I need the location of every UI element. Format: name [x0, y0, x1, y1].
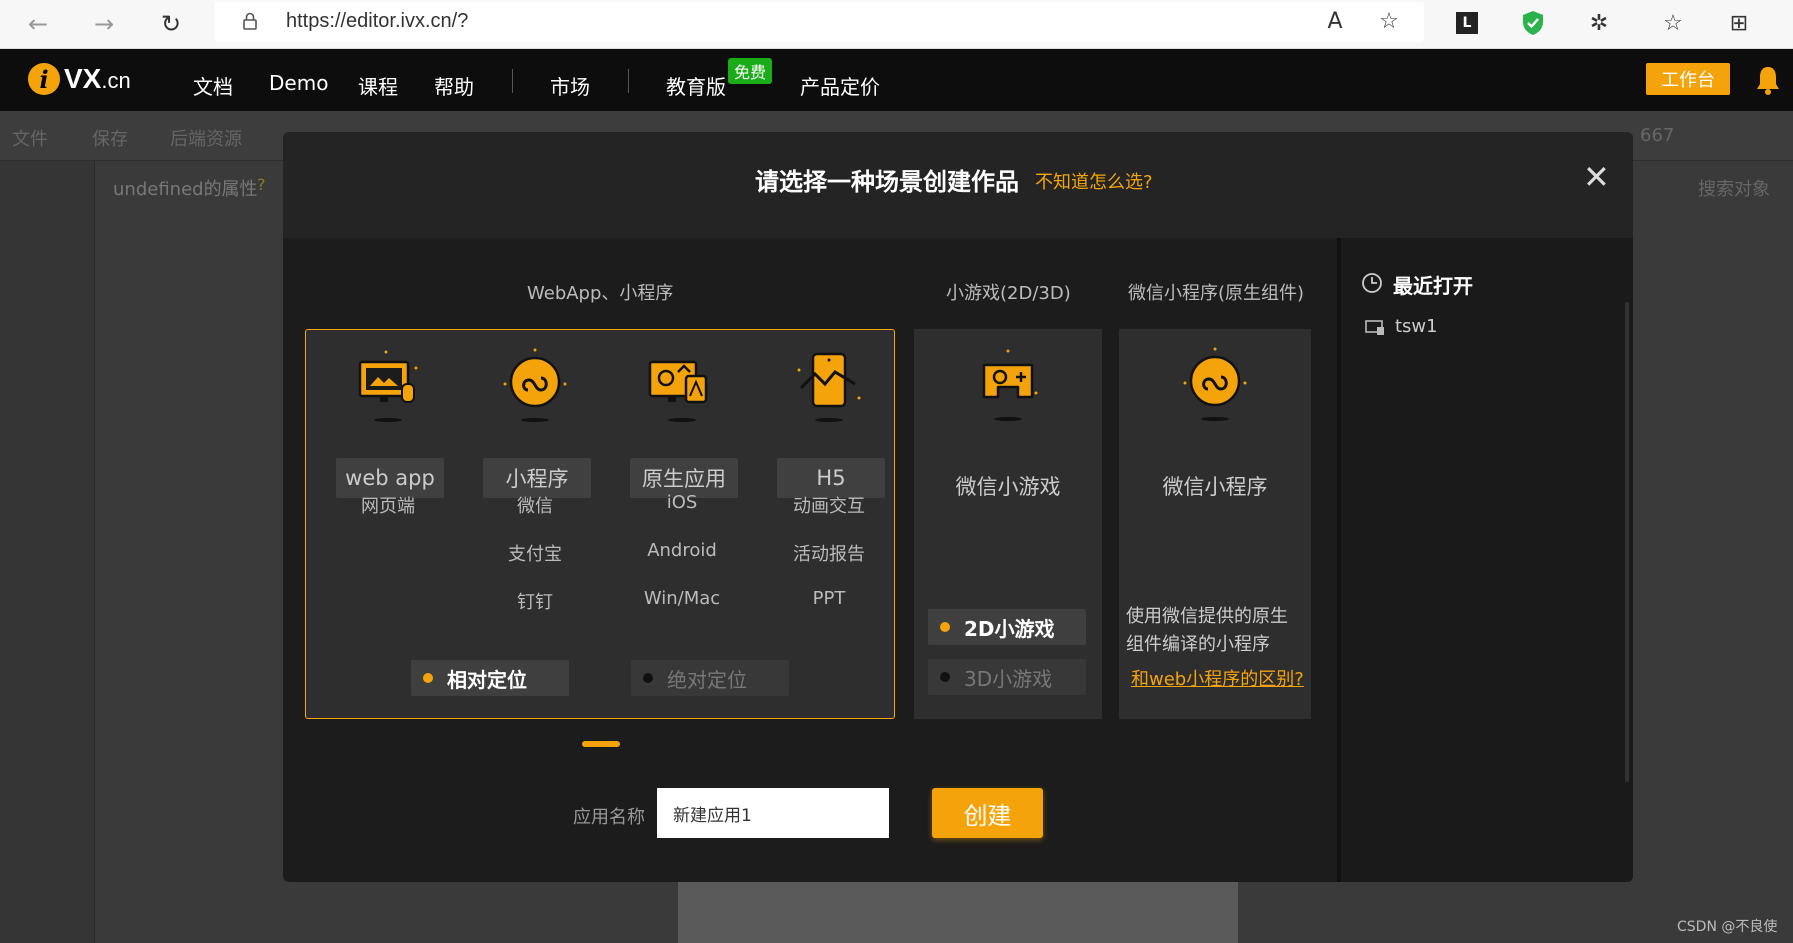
- app-sub-ppt: PPT: [812, 588, 846, 609]
- h5-phone-icon: [797, 352, 861, 422]
- native-app-icon: [648, 360, 708, 422]
- read-aloud-icon[interactable]: A: [1320, 6, 1350, 36]
- page-indicator[interactable]: [582, 741, 620, 747]
- create-project-modal: 请选择一种场景创建作品 不知道怎么选? ✕ WebApp、小程序 小游戏(2D/…: [283, 132, 1633, 882]
- relative-position-option[interactable]: 相对定位: [411, 660, 569, 696]
- diff-link[interactable]: 和web小程序的区别?: [1131, 665, 1304, 691]
- app-name-input[interactable]: [657, 788, 889, 838]
- wx-native-card[interactable]: 微信小程序 使用微信提供的原生 组件编译的小程序 和web小程序的区别?: [1119, 329, 1311, 719]
- app-sub-web: 网页端: [361, 496, 415, 517]
- app-sub-winmac: Win/Mac: [643, 588, 721, 609]
- mini-game-card[interactable]: 微信小游戏 2D小游戏 3D小游戏: [914, 329, 1102, 719]
- logo-i-icon: i: [28, 63, 60, 95]
- bell-icon[interactable]: [1755, 65, 1781, 95]
- search-object-input[interactable]: 搜索对象: [1698, 175, 1770, 201]
- app-sub-wechat: 微信: [517, 496, 553, 517]
- app-sub-alipay: 支付宝: [508, 544, 562, 565]
- wx-native-desc: 使用微信提供的原生 组件编译的小程序: [1126, 603, 1306, 659]
- menu-courses[interactable]: 课程: [358, 71, 398, 100]
- browser-toolbar: ← → ↻ https://editor.ivx.cn/? A ☆ L ✲ ☆ …: [0, 0, 1793, 49]
- forward-icon[interactable]: →: [86, 6, 122, 42]
- col-header-webapp: WebApp、小程序: [527, 283, 674, 304]
- favorites-icon[interactable]: ☆: [1658, 8, 1688, 38]
- absolute-position-option[interactable]: 绝对定位: [631, 660, 789, 696]
- wx-native-desc-line1: 使用微信提供的原生: [1126, 606, 1288, 627]
- reload-icon[interactable]: ↻: [153, 6, 189, 42]
- webapp-group[interactable]: web app 网页端 小程序 微信 支付宝 钉钉 原生应用 iOS Andro…: [305, 329, 895, 719]
- toolbar-partial-text: 667: [1640, 125, 1675, 146]
- help-link[interactable]: 不知道怎么选?: [1035, 168, 1153, 194]
- radio-dot-on: [940, 622, 950, 632]
- recent-scrollbar[interactable]: [1625, 302, 1629, 782]
- game-2d-option[interactable]: 2D小游戏: [928, 609, 1086, 645]
- project-icon: [1365, 320, 1384, 335]
- relative-position-label: 相对定位: [447, 667, 527, 692]
- address-bar[interactable]: https://editor.ivx.cn/? A ☆: [214, 2, 1424, 42]
- miniprogram-icon: [503, 348, 567, 422]
- col-header-wxnative: 微信小程序(原生组件): [1128, 283, 1305, 304]
- app-sub-ios: iOS: [666, 492, 698, 513]
- recent-item[interactable]: tsw1: [1395, 316, 1438, 337]
- clock-icon: [1362, 273, 1382, 293]
- game-3d-option[interactable]: 3D小游戏: [928, 659, 1086, 695]
- menu-divider: [628, 69, 629, 93]
- toolbar-file[interactable]: 文件: [12, 125, 48, 151]
- recent-title: 最近打开: [1393, 274, 1473, 298]
- app-sub-android: Android: [647, 540, 717, 561]
- workbench-button[interactable]: 工作台: [1646, 63, 1730, 95]
- absolute-position-label: 绝对定位: [667, 667, 747, 692]
- extensions-icon[interactable]: ✲: [1584, 8, 1614, 38]
- toolbar-save[interactable]: 保存: [92, 125, 128, 151]
- collections-icon[interactable]: ⊞: [1724, 8, 1754, 38]
- menu-pricing[interactable]: 产品定价: [800, 71, 880, 100]
- app-sub-dingtalk: 钉钉: [517, 592, 553, 613]
- property-title: undefined的属性: [113, 179, 258, 200]
- wx-native-name: 微信小程序: [1162, 475, 1268, 499]
- left-panel: [0, 161, 95, 943]
- wx-native-desc-line2: 组件编译的小程序: [1126, 634, 1270, 655]
- create-button[interactable]: 创建: [932, 788, 1043, 838]
- url-text: https://editor.ivx.cn/?: [286, 10, 469, 32]
- menu-demo[interactable]: Demo: [269, 71, 328, 95]
- shield-icon[interactable]: [1518, 8, 1548, 38]
- logo-suffix: .cn: [101, 68, 131, 93]
- logo-text: VX: [64, 63, 102, 94]
- app-sub-report: 活动报告: [793, 544, 865, 565]
- app-header: i VX.cn 文档 Demo 课程 帮助 市场 教育版 免费 产品定价 工作台: [0, 49, 1793, 111]
- property-panel: undefined的属性 ?: [95, 161, 285, 943]
- add-favorite-icon[interactable]: ☆: [1374, 6, 1404, 36]
- lock-icon: [243, 12, 257, 30]
- mini-game-name: 微信小游戏: [955, 475, 1061, 499]
- gamepad-icon: [982, 349, 1038, 421]
- radio-dot-off: [643, 673, 653, 683]
- game-2d-label: 2D小游戏: [964, 616, 1055, 641]
- close-icon[interactable]: ✕: [1583, 158, 1610, 196]
- monitor-icon: [358, 350, 418, 422]
- extension-l-icon[interactable]: L: [1452, 8, 1482, 38]
- col-header-game: 小游戏(2D/3D): [946, 283, 1071, 304]
- menu-help[interactable]: 帮助: [434, 71, 474, 100]
- app-sub-animation: 动画交互: [793, 496, 865, 517]
- recent-panel: 最近打开 tsw1: [1337, 238, 1633, 882]
- ivx-logo[interactable]: i VX.cn: [28, 63, 131, 95]
- menu-education[interactable]: 教育版: [666, 71, 726, 100]
- menu-divider: [512, 69, 513, 93]
- wx-miniprogram-icon: [1183, 347, 1247, 421]
- radio-dot-on: [423, 673, 433, 683]
- game-3d-label: 3D小游戏: [964, 666, 1053, 691]
- app-name-label: 应用名称: [573, 807, 645, 828]
- help-mark-icon[interactable]: ?: [257, 175, 266, 194]
- menu-docs[interactable]: 文档: [193, 71, 233, 100]
- modal-title: 请选择一种场景创建作品: [755, 168, 1019, 196]
- toolbar-backend[interactable]: 后端资源: [170, 125, 242, 151]
- free-badge: 免费: [728, 58, 773, 84]
- modal-header: 请选择一种场景创建作品 不知道怎么选? ✕: [283, 132, 1633, 238]
- back-icon[interactable]: ←: [20, 6, 56, 42]
- menu-market[interactable]: 市场: [550, 71, 590, 100]
- radio-dot-off: [940, 672, 950, 682]
- watermark: CSDN @不良使: [1677, 919, 1778, 935]
- object-panel: 搜索对象: [1620, 161, 1793, 943]
